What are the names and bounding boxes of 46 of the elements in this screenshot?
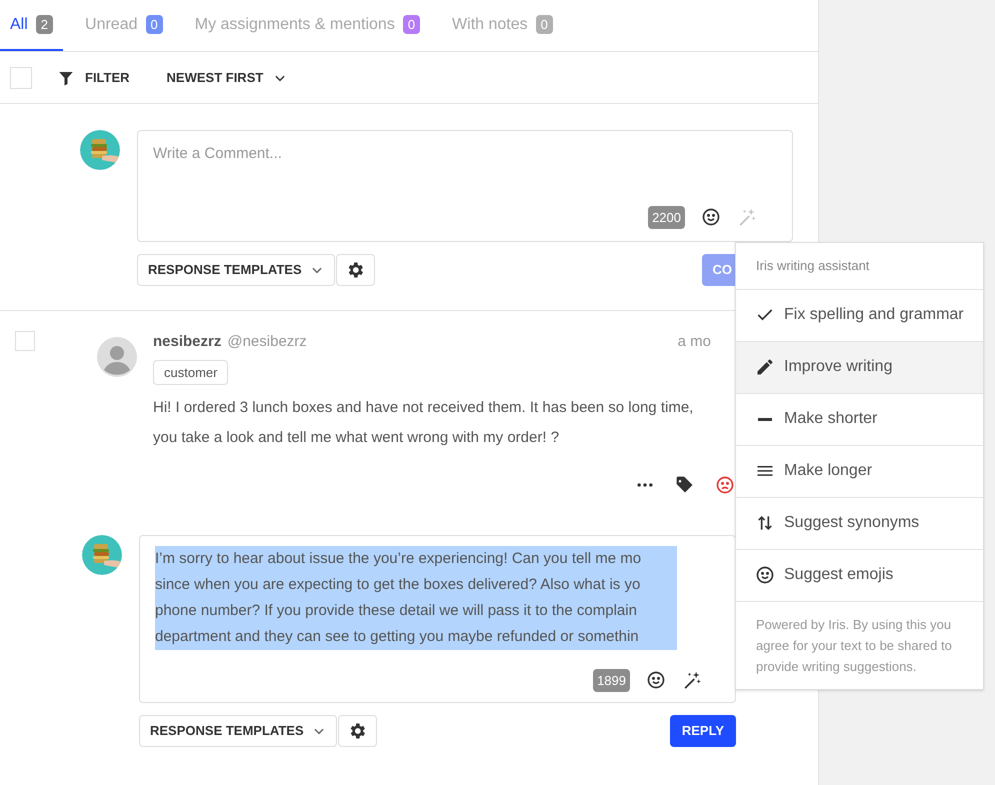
reply-text[interactable]: since when you are expecting to get the boxes delivered? Also what is yo xyxy=(155,572,677,598)
settings-button[interactable] xyxy=(338,715,377,747)
response-templates-dropdown[interactable]: RESPONSE TEMPLATES xyxy=(137,254,335,286)
magic-wand-icon[interactable] xyxy=(682,670,702,690)
reply-text[interactable]: department and they can see to getting you maybe refunded or somethin xyxy=(155,624,677,650)
author-name: nesibezrz xyxy=(153,332,222,352)
emoji-icon[interactable] xyxy=(646,670,666,690)
reply-text[interactable]: I’m sorry to hear about issue the you’re experiencing! Can you tell me mo xyxy=(155,546,677,572)
emoji-icon[interactable] xyxy=(701,207,721,228)
menu-item[interactable]: Fix spelling and grammar xyxy=(736,290,983,342)
count-badge: 2 xyxy=(36,14,54,34)
smiley-icon[interactable] xyxy=(755,565,775,585)
sad-face-icon[interactable] xyxy=(715,475,735,495)
message-checkbox[interactable] xyxy=(15,331,35,351)
reply-field[interactable] xyxy=(139,535,736,703)
minus-icon xyxy=(758,418,772,420)
menu-item[interactable]: Suggest emojis xyxy=(736,550,983,602)
sort-dropdown[interactable]: NEWEST FIRST xyxy=(166,68,288,88)
response-templates-dropdown[interactable]: RESPONSE TEMPLATES xyxy=(139,715,337,747)
character-counter: 2200 xyxy=(648,206,685,229)
tab[interactable]: All 2 xyxy=(0,0,64,51)
customer-tag: customer xyxy=(153,360,228,385)
submit-button[interactable]: REPLY xyxy=(670,715,736,747)
timestamp: a mo xyxy=(678,332,711,352)
filter-button[interactable]: FILTER xyxy=(57,68,130,88)
tag-icon[interactable] xyxy=(675,475,695,495)
comment-field[interactable]: Write a Comment... 2200 xyxy=(137,130,793,242)
menu-item[interactable]: Improve writing xyxy=(736,342,983,394)
comment-input[interactable]: Write a Comment... xyxy=(153,143,777,206)
settings-button[interactable] xyxy=(336,254,375,286)
count-badge: 0 xyxy=(536,14,553,34)
count-badge: 0 xyxy=(402,14,420,34)
tab[interactable]: Unread 0 xyxy=(75,0,173,51)
author-handle: @nesibezrz xyxy=(227,332,307,352)
menu-footer-text: Powered by Iris. By using this you agree for your text to be shared to provide writing suggestions. xyxy=(755,616,953,676)
menu-item[interactable]: Make shorter xyxy=(736,394,983,446)
user-avatar-icon xyxy=(97,337,137,377)
message-text: you take a look and tell me what went wrong with my order! ? xyxy=(153,428,560,448)
pencil-icon xyxy=(755,357,775,377)
count-badge: 0 xyxy=(146,14,163,34)
menu-item[interactable]: Make longer xyxy=(736,446,983,498)
message-text: Hi! I ordered 3 lunch boxes and have not received them. It has been so long time, xyxy=(153,398,694,418)
menu-item[interactable]: Suggest synonyms xyxy=(736,498,983,550)
select-all-checkbox[interactable] xyxy=(10,66,32,88)
reply-text[interactable]: phone number? If you provide these detail we will pass it to the complain xyxy=(155,598,677,624)
character-counter: 1899 xyxy=(593,668,630,692)
